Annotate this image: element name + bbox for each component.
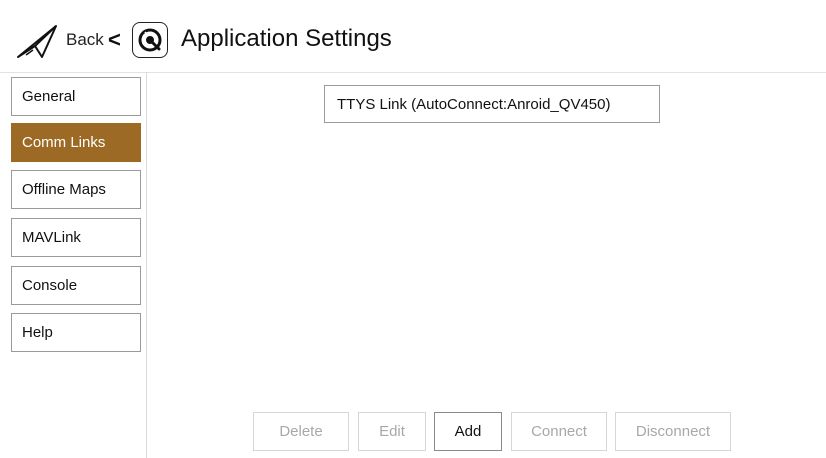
sidebar-item-offline-maps[interactable]: Offline Maps [11,170,141,209]
back-chevron-icon[interactable]: < [108,27,121,53]
sidebar-item-console[interactable]: Console [11,266,141,305]
sidebar-item-mavlink[interactable]: MAVLink [11,218,141,257]
sidebar-item-comm-links[interactable]: Comm Links [11,123,141,162]
qgc-logo-icon [132,22,168,58]
comm-link-item[interactable]: TTYS Link (AutoConnect:Anroid_QV450) [324,85,660,123]
delete-button[interactable]: Delete [253,412,349,451]
page-title: Application Settings [181,25,392,52]
back-button[interactable]: Back [66,30,104,50]
edit-button[interactable]: Edit [358,412,426,451]
sidebar-item-help[interactable]: Help [11,313,141,352]
header-bar: Back < Application Settings [0,0,826,73]
add-button[interactable]: Add [434,412,502,451]
connect-button[interactable]: Connect [511,412,607,451]
disconnect-button[interactable]: Disconnect [615,412,731,451]
sidebar-item-general[interactable]: General [11,77,141,116]
settings-sidebar: General Comm Links Offline Maps MAVLink … [0,72,147,458]
paper-plane-icon[interactable] [16,24,58,60]
